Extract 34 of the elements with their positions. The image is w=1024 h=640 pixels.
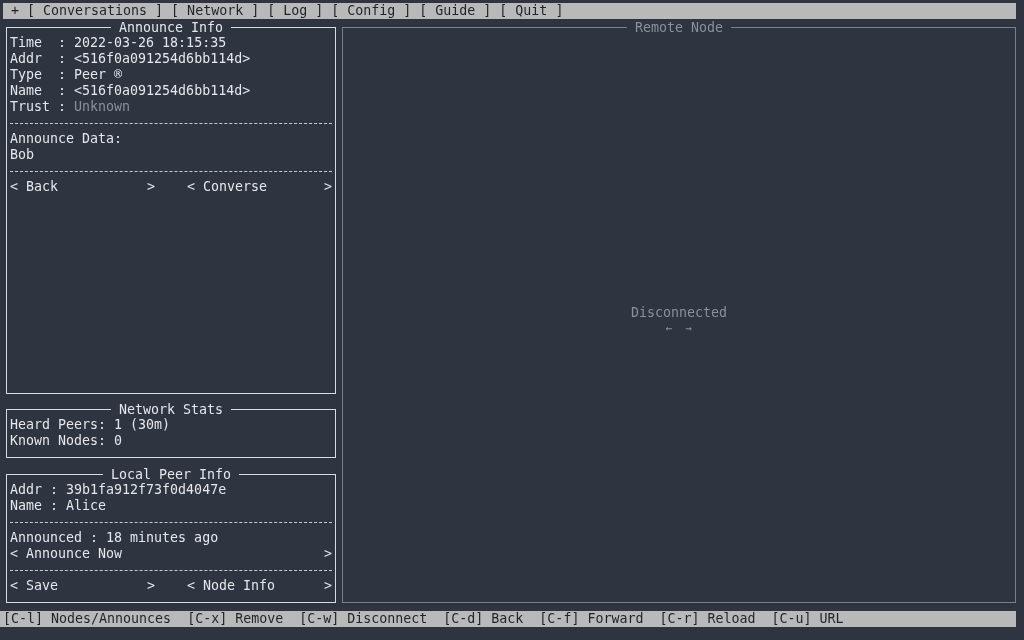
announced-time: Announced : 18 minutes ago xyxy=(10,530,220,546)
text-button[interactable]: < Back > xyxy=(10,179,155,195)
forward-arrow[interactable]: → xyxy=(685,320,693,337)
data-label: Announce Data: xyxy=(10,131,124,147)
connection-status: Disconnected xyxy=(630,304,728,321)
text-button[interactable]: < Save > xyxy=(10,578,155,594)
menu-item[interactable]: [ Quit ] xyxy=(499,3,564,19)
data-value: Bob xyxy=(10,147,36,163)
shortcut-hint: [C-x] Remove xyxy=(187,611,284,627)
announce-now-button[interactable]: < Announce Now > xyxy=(10,546,332,562)
menu-item[interactable]: [ Log ] xyxy=(267,3,324,19)
menu-item[interactable]: [ Network ] xyxy=(171,3,260,19)
menu-item[interactable]: [ Guide ] xyxy=(419,3,492,19)
stat-line: Heard Peers: 1 (30m) xyxy=(10,417,172,433)
info-field: Time : 2022-03-26 18:15:35 xyxy=(10,35,332,51)
shortcut-hint: [C-d] Back xyxy=(443,611,524,627)
back-arrow[interactable]: ← xyxy=(665,320,673,337)
shortcut-hint: [C-f] Forward xyxy=(539,611,644,627)
info-field: Addr : <516f0a091254d6bb114d> xyxy=(10,51,332,67)
shortcut-hint: [C-w] Disconnect xyxy=(299,611,428,627)
info-field: Addr : 39b1fa912f73f0d4047e xyxy=(10,482,332,498)
info-field: Type : Peer ® xyxy=(10,67,332,83)
text-button[interactable]: < Converse > xyxy=(187,179,332,195)
menu-toggle[interactable]: + xyxy=(11,3,19,19)
info-field: Name : Alice xyxy=(10,498,332,514)
shortcut-hint: [C-r] Reload xyxy=(659,611,756,627)
stat-line: Known Nodes: 0 xyxy=(10,433,124,449)
text-button[interactable]: < Node Info > xyxy=(187,578,332,594)
shortcut-hint: [C-l] Nodes/Announces xyxy=(3,611,172,627)
info-field: Name : <516f0a091254d6bb114d> xyxy=(10,83,332,99)
info-field: Trust : Unknown xyxy=(10,99,332,115)
menu-item[interactable]: [ Config ] xyxy=(331,3,412,19)
menu-item[interactable]: [ Conversations ] xyxy=(27,3,164,19)
shortcut-hint: [C-u] URL xyxy=(771,611,844,627)
